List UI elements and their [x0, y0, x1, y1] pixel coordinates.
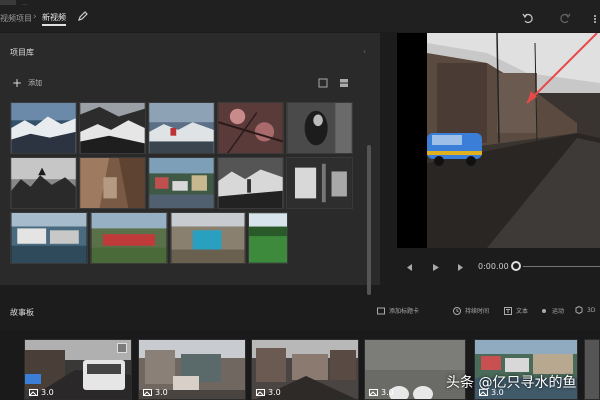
3d-icon: [575, 306, 583, 314]
library-thumbnail[interactable]: [79, 157, 146, 209]
play-icon[interactable]: [431, 263, 440, 272]
breadcrumb-video-projects[interactable]: 视频项目: [0, 13, 32, 24]
motion-button[interactable]: 运动: [540, 306, 564, 315]
library-thumbnail[interactable]: [286, 157, 353, 209]
library-thumbnail[interactable]: [10, 102, 77, 154]
grid-view-icon[interactable]: [339, 78, 349, 88]
watermark-text: 头条 @亿只寻水的鱼: [446, 375, 577, 391]
duration-button[interactable]: 持续时间: [453, 306, 489, 315]
library-thumbnail[interactable]: [148, 157, 215, 209]
clip-duration-value: 3.0: [155, 388, 168, 397]
add-media-label: 添加: [28, 79, 43, 87]
library-scrollbar[interactable]: [367, 145, 371, 295]
storyboard-clip[interactable]: 3.0: [24, 339, 132, 400]
breadcrumb-underline: [42, 24, 66, 26]
clip-duration: 3.0: [143, 388, 168, 397]
video-preview[interactable]: [397, 33, 600, 248]
3d-effects-label: 3D: [587, 306, 596, 314]
plus-icon: +: [12, 76, 23, 90]
library-thumbnail[interactable]: [90, 212, 168, 264]
seek-track[interactable]: [523, 266, 600, 267]
library-thumbnail[interactable]: [10, 212, 88, 264]
storyboard-clip[interactable]: 3.0: [138, 339, 246, 400]
clip-duration: 3.0: [256, 388, 281, 397]
storyboard-clip-partial[interactable]: [584, 339, 600, 400]
clip-thumbnail: [585, 340, 599, 399]
top-bar: ... 视频项目 › 新视频: [0, 0, 600, 32]
library-thumbnail[interactable]: [79, 102, 146, 154]
text-button[interactable]: 文本: [504, 306, 528, 315]
add-title-card-label: 添加标题卡: [389, 308, 420, 315]
clip-duration-value: 3.0: [381, 388, 394, 397]
player-controls: 0:00.00: [385, 248, 600, 286]
image-icon: [29, 389, 38, 396]
breadcrumb-separator: ›: [33, 12, 37, 22]
library-thumbnail[interactable]: [10, 157, 77, 209]
library-title: 项目库: [10, 48, 34, 57]
more-options-icon[interactable]: [590, 14, 600, 24]
project-library-panel: 项目库 ‹ + 添加: [0, 33, 380, 295]
library-thumbnail[interactable]: [286, 102, 353, 154]
seek-handle[interactable]: [511, 261, 521, 271]
preview-frame: [427, 33, 600, 248]
clip-duration: 3.0: [29, 388, 54, 397]
image-icon: [369, 389, 378, 396]
clip-duration: 3.0: [369, 388, 394, 397]
library-thumbnail[interactable]: [248, 212, 288, 264]
previous-frame-icon[interactable]: [405, 263, 414, 272]
text-icon: [504, 306, 512, 315]
select-all-icon[interactable]: [318, 78, 328, 88]
duration-label: 持续时间: [465, 308, 490, 315]
add-title-card-button[interactable]: 添加标题卡: [377, 306, 419, 315]
clock-icon: [453, 306, 461, 315]
library-thumbnail[interactable]: [148, 102, 215, 154]
redo-icon[interactable]: [559, 12, 571, 24]
3d-effects-button[interactable]: 3D: [575, 306, 595, 314]
library-thumbnail[interactable]: [217, 102, 284, 154]
collapse-library-icon[interactable]: ‹: [363, 47, 366, 56]
storyboard-header: 故事板 添加标题卡 持续时间 文本 运动 3D: [0, 296, 600, 326]
add-media-button[interactable]: + 添加: [12, 76, 42, 90]
image-icon: [143, 389, 152, 396]
storyboard-clip[interactable]: 3.0: [251, 339, 359, 400]
clip-duration-value: 3.0: [41, 388, 54, 397]
breadcrumb-current-project[interactable]: 新视频: [42, 12, 66, 23]
undo-icon[interactable]: [522, 12, 534, 24]
clip-duration-value: 3.0: [268, 388, 281, 397]
top-remnant-text: ...: [22, 0, 28, 7]
next-frame-icon[interactable]: [456, 263, 465, 272]
clip-select-checkbox[interactable]: [117, 343, 127, 353]
top-tab-remnant: [0, 0, 16, 5]
library-thumbnail[interactable]: [170, 212, 246, 264]
library-thumbnail[interactable]: [217, 157, 284, 209]
storyboard-title: 故事板: [10, 308, 34, 317]
image-icon: [256, 389, 265, 396]
text-label: 文本: [516, 308, 529, 315]
motion-icon: [542, 308, 546, 313]
current-time: 0:00.00: [478, 262, 509, 271]
edit-name-icon[interactable]: [77, 10, 89, 22]
title-card-icon: [377, 307, 385, 314]
motion-label: 运动: [552, 308, 565, 315]
